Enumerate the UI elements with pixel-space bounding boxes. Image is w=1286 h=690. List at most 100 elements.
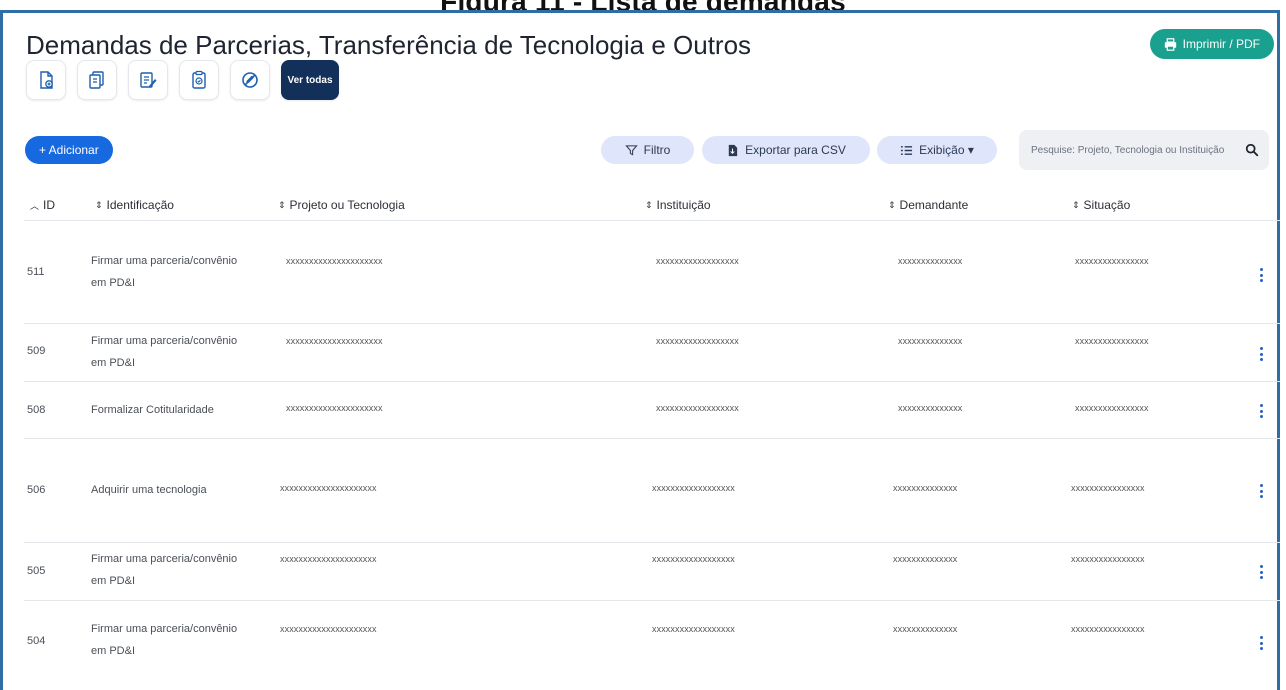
table-row[interactable]: 511 Firmar uma parceria/convênio em PD&I … — [24, 221, 1280, 324]
export-csv-button[interactable]: Exportar para CSV — [702, 136, 870, 164]
row-actions-menu[interactable] — [1256, 265, 1266, 285]
page-title: Demandas de Parcerias, Transferência de … — [26, 30, 752, 60]
column-header-instituicao[interactable]: ⇕ Instituição — [645, 198, 711, 212]
row-identificacao: Firmar uma parceria/convênio em PD&I — [91, 255, 238, 289]
kebab-dot — [1259, 489, 1263, 493]
filter-label: Filtro — [643, 143, 671, 157]
row-id: 511 — [27, 266, 45, 278]
row-situacao: xxxxxxxxxxxxxxxx — [1075, 336, 1149, 346]
display-label: Exibição ▾ — [919, 143, 974, 157]
search-box — [1019, 130, 1269, 170]
list-icon — [901, 145, 913, 155]
kebab-dot — [1259, 647, 1263, 650]
print-pdf-button[interactable]: Imprimir / PDF — [1149, 29, 1274, 59]
view-all-button[interactable]: Ver todas — [281, 60, 339, 100]
column-header-projeto[interactable]: ⇕ Projeto ou Tecnologia — [278, 198, 405, 212]
search-input[interactable] — [1029, 143, 1245, 157]
sort-icon: ⇕ — [888, 199, 896, 210]
row-identificacao: Adquirir uma tecnologia — [91, 484, 207, 496]
demand-type-filters: Ver todas — [26, 60, 339, 100]
row-actions-menu[interactable] — [1256, 401, 1266, 421]
kebab-dot — [1259, 484, 1263, 487]
add-button[interactable]: + Adicionar — [25, 136, 113, 164]
row-demandante: xxxxxxxxxxxxxx — [898, 403, 963, 413]
new-document-icon — [40, 71, 53, 89]
row-id: 509 — [27, 345, 46, 357]
row-id: 506 — [27, 484, 46, 496]
row-identificacao: Firmar uma parceria/convênio em PD&I — [91, 553, 238, 587]
kebab-dot — [1259, 415, 1263, 418]
row-instituicao: xxxxxxxxxxxxxxxxxx — [652, 483, 735, 493]
row-actions-menu[interactable] — [1256, 344, 1266, 364]
row-instituicao: xxxxxxxxxxxxxxxxxx — [652, 554, 735, 564]
row-identificacao: Firmar uma parceria/convênio em PD&I — [91, 623, 238, 657]
row-instituicao: xxxxxxxxxxxxxxxxxx — [656, 403, 739, 413]
print-pdf-label: Imprimir / PDF — [1182, 37, 1260, 51]
new-demand-filter[interactable] — [26, 60, 66, 100]
row-actions-menu[interactable] — [1256, 633, 1266, 653]
row-projeto: xxxxxxxxxxxxxxxxxxxxx — [280, 483, 377, 493]
row-demandante: xxxxxxxxxxxxxx — [893, 483, 958, 493]
table-row[interactable]: 509 Firmar uma parceria/convênio em PD&I … — [24, 324, 1280, 382]
row-demandante: xxxxxxxxxxxxxx — [898, 336, 963, 346]
display-dropdown[interactable]: Exibição ▾ — [877, 136, 997, 164]
checklist-demand-filter[interactable] — [179, 60, 219, 100]
cancel-icon — [242, 72, 258, 88]
table-row[interactable]: 505 Firmar uma parceria/convênio em PD&I … — [24, 543, 1280, 601]
file-download-icon — [728, 144, 738, 156]
row-instituicao: xxxxxxxxxxxxxxxxxx — [656, 336, 739, 346]
row-projeto: xxxxxxxxxxxxxxxxxxxxx — [286, 403, 383, 413]
cancelled-demand-filter[interactable] — [230, 60, 270, 100]
clipboard-check-icon — [192, 70, 206, 89]
export-csv-label: Exportar para CSV — [745, 143, 846, 157]
kebab-dot — [1259, 279, 1263, 282]
copy-document-icon — [89, 71, 104, 89]
kebab-dot — [1259, 409, 1263, 413]
copy-demand-filter[interactable] — [77, 60, 117, 100]
row-situacao: xxxxxxxxxxxxxxxx — [1071, 624, 1145, 634]
row-demandante: xxxxxxxxxxxxxx — [893, 554, 958, 564]
row-actions-menu[interactable] — [1256, 562, 1266, 582]
row-situacao: xxxxxxxxxxxxxxxx — [1075, 403, 1149, 413]
row-projeto: xxxxxxxxxxxxxxxxxxxxx — [286, 256, 383, 266]
row-situacao: xxxxxxxxxxxxxxxx — [1075, 256, 1149, 266]
kebab-dot — [1259, 495, 1263, 498]
printer-icon — [1164, 37, 1176, 51]
kebab-dot — [1259, 347, 1263, 350]
column-header-situacao[interactable]: ⇕ Situação — [1072, 198, 1130, 212]
row-identificacao: Firmar uma parceria/convênio em PD&I — [91, 335, 238, 369]
row-situacao: xxxxxxxxxxxxxxxx — [1071, 483, 1145, 493]
table-row[interactable]: 506 Adquirir uma tecnologia xxxxxxxxxxxx… — [24, 439, 1280, 543]
row-id: 504 — [27, 635, 46, 647]
kebab-dot — [1259, 636, 1263, 639]
sort-icon: ⇕ — [645, 199, 653, 210]
column-header-id[interactable]: ︿ ID — [30, 198, 55, 212]
kebab-dot — [1259, 565, 1263, 568]
column-header-demandante[interactable]: ⇕ Demandante — [888, 198, 968, 212]
table-row[interactable]: 504 Firmar uma parceria/convênio em PD&I … — [24, 601, 1280, 681]
kebab-dot — [1259, 352, 1263, 356]
row-instituicao: xxxxxxxxxxxxxxxxxx — [652, 624, 735, 634]
edit-demand-filter[interactable] — [128, 60, 168, 100]
filter-button[interactable]: Filtro — [601, 136, 694, 164]
kebab-dot — [1259, 358, 1263, 361]
row-id: 508 — [27, 404, 46, 416]
sort-icon: ⇕ — [278, 199, 286, 210]
sort-icon: ⇕ — [1072, 199, 1080, 210]
row-projeto: xxxxxxxxxxxxxxxxxxxxx — [280, 554, 377, 564]
row-actions-menu[interactable] — [1256, 481, 1266, 501]
kebab-dot — [1259, 570, 1263, 574]
kebab-dot — [1259, 576, 1263, 579]
row-projeto: xxxxxxxxxxxxxxxxxxxxx — [280, 624, 377, 634]
sort-asc-icon: ︿ — [30, 200, 40, 211]
row-identificacao: Formalizar Cotitularidade — [91, 404, 214, 416]
kebab-dot — [1259, 404, 1263, 407]
column-header-identificacao[interactable]: ⇕ Identificação — [95, 198, 174, 212]
edit-document-icon — [140, 72, 157, 88]
row-id: 505 — [27, 565, 46, 577]
row-demandante: xxxxxxxxxxxxxx — [893, 624, 958, 634]
search-icon[interactable] — [1245, 143, 1259, 157]
kebab-dot — [1259, 641, 1263, 645]
table-row[interactable]: 508 Formalizar Cotitularidade xxxxxxxxxx… — [24, 382, 1280, 439]
row-situacao: xxxxxxxxxxxxxxxx — [1071, 554, 1145, 564]
